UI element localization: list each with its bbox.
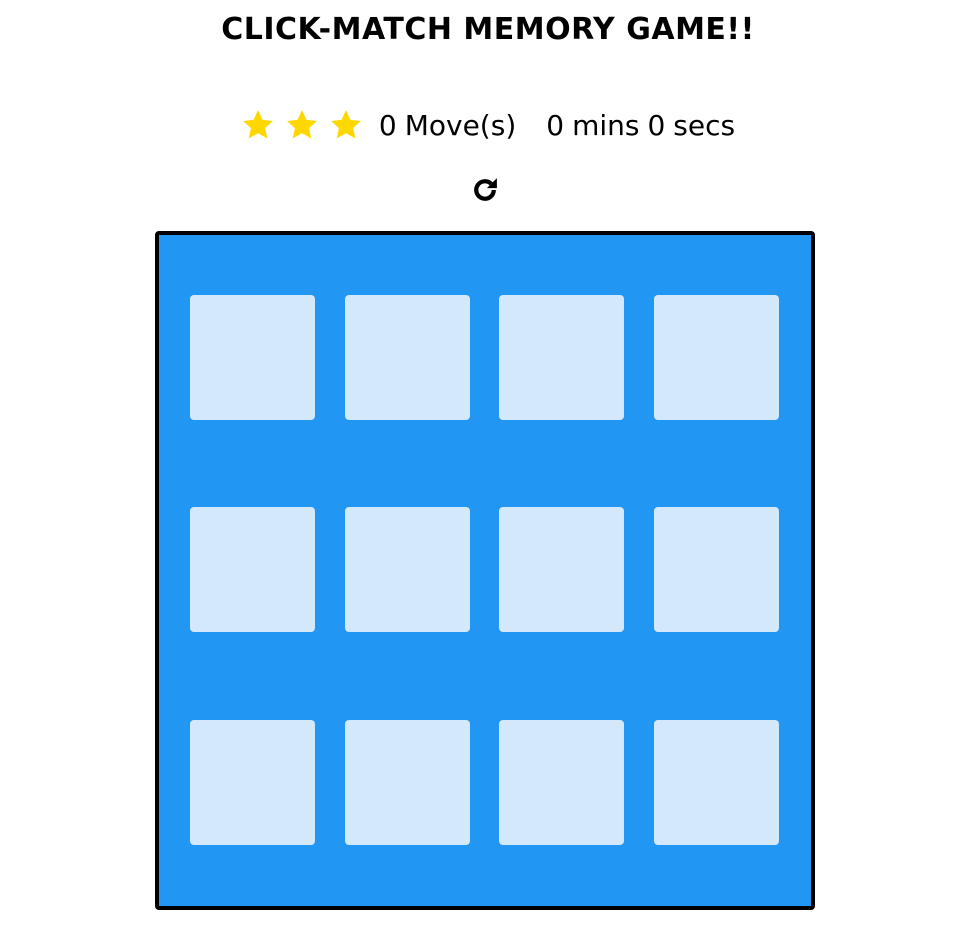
timer-minutes: 0 xyxy=(546,108,565,142)
timer-seconds-label: secs xyxy=(673,108,736,142)
card[interactable] xyxy=(654,507,779,632)
moves-label: Move(s) xyxy=(404,108,517,142)
card[interactable] xyxy=(499,720,624,845)
card[interactable] xyxy=(654,720,779,845)
card[interactable] xyxy=(345,507,470,632)
card[interactable] xyxy=(499,507,624,632)
star-icon xyxy=(241,108,275,142)
star-icon xyxy=(285,108,319,142)
card[interactable] xyxy=(190,295,315,420)
card-deck xyxy=(155,231,815,910)
score-panel: 0 Move(s) 0 mins 0 secs xyxy=(0,108,976,142)
timer: 0 mins 0 secs xyxy=(546,109,735,142)
star-icon xyxy=(329,108,363,142)
card[interactable] xyxy=(190,507,315,632)
card[interactable] xyxy=(190,720,315,845)
star-rating xyxy=(241,108,363,142)
card[interactable] xyxy=(345,720,470,845)
restart-icon xyxy=(474,178,497,201)
restart-button[interactable] xyxy=(470,174,500,206)
card[interactable] xyxy=(499,295,624,420)
moves-counter: 0 Move(s) xyxy=(379,109,516,142)
game-title: CLICK-MATCH MEMORY GAME!! xyxy=(221,12,755,47)
card[interactable] xyxy=(345,295,470,420)
card[interactable] xyxy=(654,295,779,420)
timer-minutes-label: mins xyxy=(572,108,640,142)
moves-value: 0 xyxy=(378,108,397,142)
timer-seconds: 0 xyxy=(647,108,666,142)
